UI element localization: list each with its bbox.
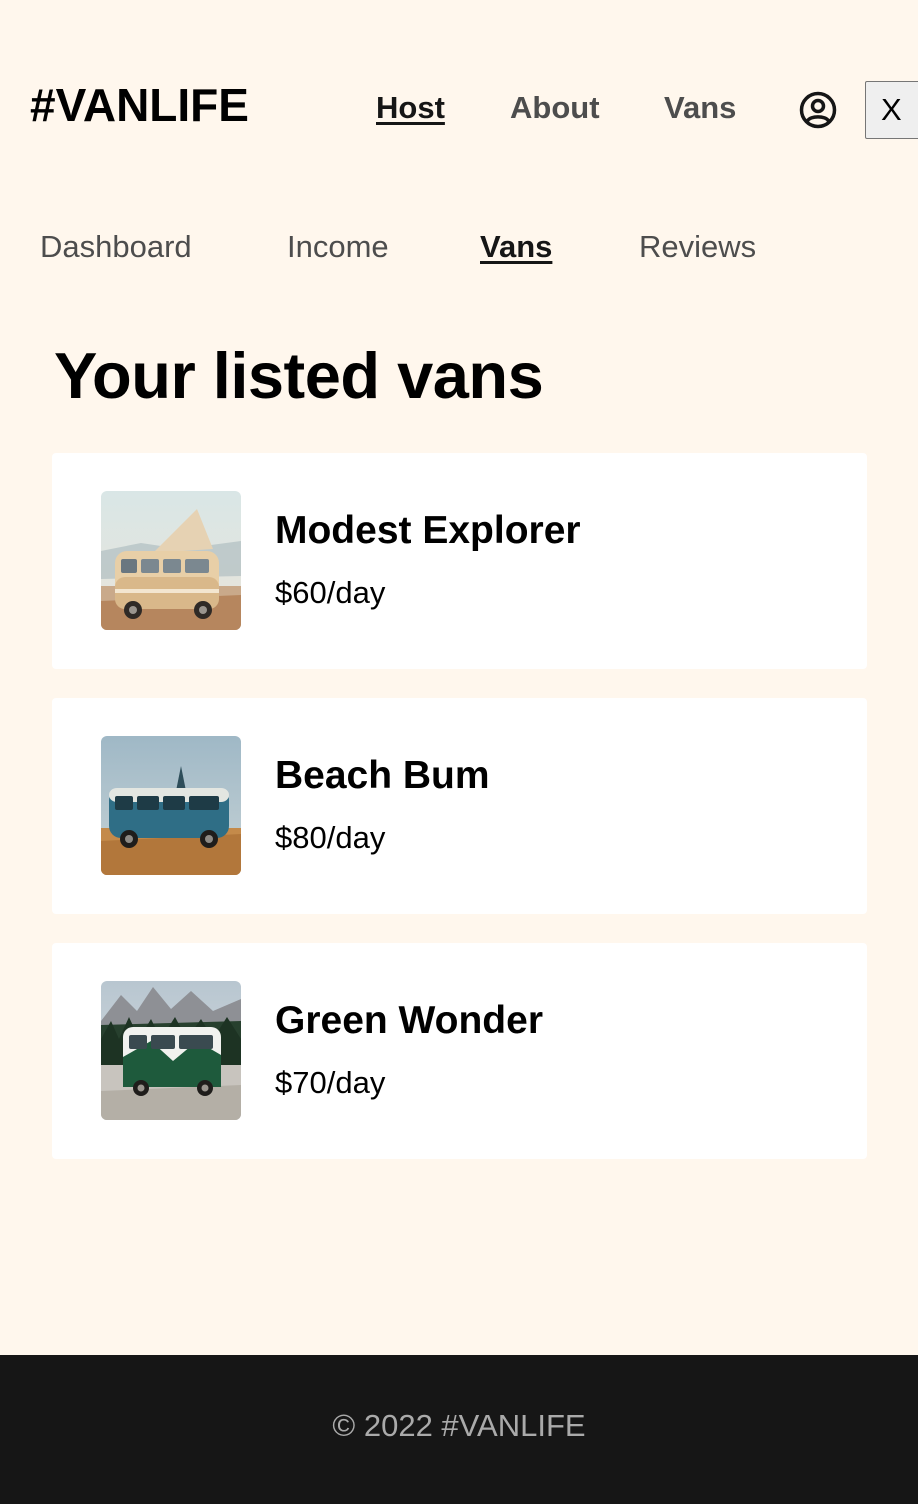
van-card[interactable]: Green Wonder $70/day bbox=[52, 943, 867, 1159]
site-footer: © 2022 #VANLIFE bbox=[0, 1355, 918, 1504]
footer-copyright: © 2022 #VANLIFE bbox=[332, 1408, 586, 1443]
van-name: Green Wonder bbox=[275, 999, 543, 1042]
nav-link-vans[interactable]: Vans bbox=[664, 90, 736, 126]
van-name: Modest Explorer bbox=[275, 509, 581, 552]
van-name: Beach Bum bbox=[275, 754, 490, 797]
subnav-item-reviews[interactable]: Reviews bbox=[639, 229, 756, 265]
van-image bbox=[101, 491, 241, 630]
nav-link-host[interactable]: Host bbox=[376, 90, 445, 126]
nav-link-about[interactable]: About bbox=[510, 90, 600, 126]
site-logo[interactable]: #VANLIFE bbox=[30, 78, 249, 132]
subnav-item-dashboard[interactable]: Dashboard bbox=[40, 229, 192, 265]
subnav-item-income[interactable]: Income bbox=[287, 229, 389, 265]
van-card[interactable]: Modest Explorer $60/day bbox=[52, 453, 867, 669]
close-button[interactable]: X bbox=[865, 81, 918, 139]
van-price: $70/day bbox=[275, 1065, 386, 1100]
van-price: $60/day bbox=[275, 575, 386, 610]
page-title: Your listed vans bbox=[54, 339, 544, 412]
van-price: $80/day bbox=[275, 820, 386, 855]
van-image bbox=[101, 736, 241, 875]
site-header: #VANLIFE Host About Vans X bbox=[0, 0, 918, 220]
user-circle-icon[interactable] bbox=[798, 90, 838, 130]
van-image bbox=[101, 981, 241, 1120]
page: #VANLIFE Host About Vans X Dashboard Inc… bbox=[0, 0, 918, 1504]
subnav-item-vans[interactable]: Vans bbox=[480, 229, 552, 265]
van-card[interactable]: Beach Bum $80/day bbox=[52, 698, 867, 914]
